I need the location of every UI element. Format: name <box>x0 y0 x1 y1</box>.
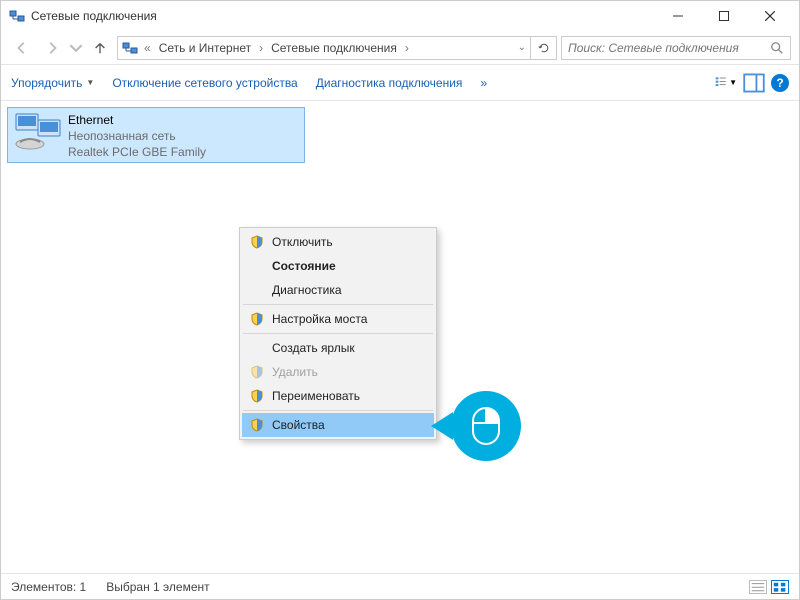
view-options-button[interactable]: ▼ <box>715 72 737 94</box>
titlebar: Сетевые подключения <box>1 1 799 31</box>
mouse-callout <box>431 391 521 461</box>
nav-bar: « Сеть и Интернет › Сетевые подключения … <box>1 31 799 65</box>
separator <box>243 304 433 305</box>
shield-icon <box>250 418 264 432</box>
context-menu: Отключить Состояние Диагностика Настройк… <box>239 227 437 440</box>
status-bar: Элементов: 1 Выбран 1 элемент <box>1 573 799 599</box>
ctx-state[interactable]: Состояние <box>242 254 434 278</box>
callout-arrow-icon <box>431 412 453 440</box>
up-button[interactable] <box>87 35 113 61</box>
help-button[interactable]: ? <box>771 74 789 92</box>
selection-count: Выбран 1 элемент <box>106 580 209 594</box>
ctx-properties[interactable]: Свойства <box>242 413 434 437</box>
large-icons-view-button[interactable] <box>771 580 789 594</box>
shield-icon <box>250 312 264 326</box>
refresh-button[interactable] <box>531 36 557 60</box>
back-button[interactable] <box>9 35 35 61</box>
history-dropdown[interactable] <box>69 35 83 61</box>
separator <box>243 410 433 411</box>
window-title: Сетевые подключения <box>31 9 655 23</box>
adapter-status: Неопознанная сеть <box>68 128 206 144</box>
location-icon <box>122 40 138 56</box>
mouse-icon <box>451 391 521 461</box>
ctx-diagnostics[interactable]: Диагностика <box>242 278 434 302</box>
disable-device-button[interactable]: Отключение сетевого устройства <box>112 76 297 90</box>
adapter-device: Realtek PCIe GBE Family <box>68 144 206 160</box>
maximize-button[interactable] <box>701 1 747 31</box>
breadcrumb-seg-1[interactable]: Сеть и Интернет <box>157 41 253 55</box>
close-button[interactable] <box>747 1 793 31</box>
command-bar: Упорядочить▼ Отключение сетевого устройс… <box>1 65 799 101</box>
chevron-down-icon: ▼ <box>729 78 737 87</box>
explorer-window: Сетевые подключения « Сеть и Интернет › … <box>0 0 800 600</box>
chevron-icon[interactable]: › <box>259 41 263 55</box>
network-adapter-item[interactable]: Ethernet Неопознанная сеть Realtek PCIe … <box>7 107 305 163</box>
adapter-name: Ethernet <box>68 112 206 128</box>
more-commands[interactable]: » <box>480 76 487 90</box>
search-box[interactable] <box>561 36 791 60</box>
details-view-button[interactable] <box>749 580 767 594</box>
separator <box>243 333 433 334</box>
shield-icon <box>250 365 264 379</box>
network-adapter-icon <box>14 112 62 152</box>
preview-pane-button[interactable] <box>743 72 765 94</box>
ctx-rename[interactable]: Переименовать <box>242 384 434 408</box>
shield-icon <box>250 235 264 249</box>
content-area[interactable]: Ethernet Неопознанная сеть Realtek PCIe … <box>1 101 799 573</box>
chevron-down-icon: ▼ <box>86 78 94 87</box>
search-icon[interactable] <box>770 41 784 55</box>
address-bar[interactable]: « Сеть и Интернет › Сетевые подключения … <box>117 36 531 60</box>
ctx-disable[interactable]: Отключить <box>242 230 434 254</box>
breadcrumb-seg-2[interactable]: Сетевые подключения <box>269 41 399 55</box>
breadcrumb-prefix: « <box>144 41 151 55</box>
ctx-delete[interactable]: Удалить <box>242 360 434 384</box>
forward-button[interactable] <box>39 35 65 61</box>
organize-menu[interactable]: Упорядочить▼ <box>11 76 94 90</box>
ctx-bridge[interactable]: Настройка моста <box>242 307 434 331</box>
address-dropdown-icon[interactable]: ⌄ <box>518 42 526 53</box>
chevron-icon[interactable]: › <box>405 41 409 55</box>
diagnose-button[interactable]: Диагностика подключения <box>316 76 463 90</box>
ctx-shortcut[interactable]: Создать ярлык <box>242 336 434 360</box>
shield-icon <box>250 389 264 403</box>
search-input[interactable] <box>568 41 770 55</box>
item-count: Элементов: 1 <box>11 580 86 594</box>
app-icon <box>9 8 25 24</box>
minimize-button[interactable] <box>655 1 701 31</box>
